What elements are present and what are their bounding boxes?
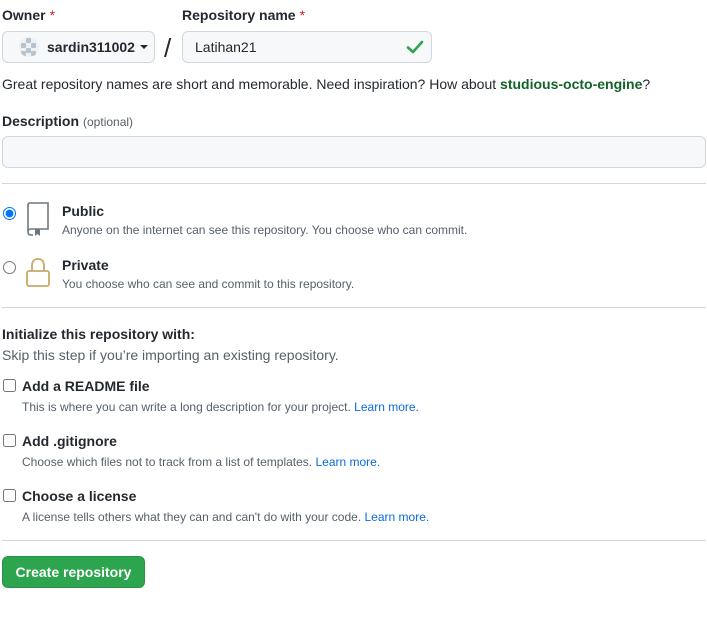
gitignore-checkbox[interactable] [3,434,16,447]
divider [2,540,706,541]
required-mark: * [49,7,56,23]
license-checkbox[interactable] [3,489,16,502]
description-label: Description (optional) [2,113,133,129]
create-repository-button[interactable]: Create repository [2,556,145,588]
gitignore-subtitle-text: Choose which files not to track from a l… [22,455,313,469]
public-title: Public [62,203,105,219]
divider [2,307,706,308]
license-title: Choose a license [22,488,137,504]
chevron-down-icon [139,45,148,49]
repo-name-label-text: Repository name [182,7,296,23]
readme-subtitle-text: This is where you can write a long descr… [22,400,351,414]
readme-title: Add a README file [22,378,150,394]
check-icon [406,40,424,54]
repo-name-label: Repository name * [182,7,305,23]
private-subtitle: You choose who can see and commit to thi… [62,277,355,291]
private-title: Private [62,257,109,273]
repo-name-hint: Great repository names are short and mem… [2,76,650,92]
hint-text: Great repository names are short and mem… [2,76,501,92]
description-label-text: Description [2,113,80,129]
avatar [19,37,39,57]
init-title: Initialize this repository with: [2,326,195,342]
license-subtitle-text: A license tells others what they can and… [22,510,362,524]
public-radio[interactable] [3,207,16,220]
hint-end: ? [642,76,651,92]
license-subtitle: A license tells others what they can and… [22,510,429,524]
learn-more-link[interactable]: Learn more. [354,400,419,414]
owner-label: Owner * [2,7,55,23]
owner-dropdown[interactable]: sardin311002 [2,31,155,63]
owner-label-text: Owner [2,7,46,23]
gitignore-title: Add .gitignore [22,433,117,449]
divider [2,183,706,184]
description-input[interactable] [2,136,706,168]
learn-more-link[interactable]: Learn more. [365,510,430,524]
lock-icon [26,258,50,287]
required-mark: * [299,7,306,23]
repo-name-input[interactable] [182,31,432,63]
name-suggestion[interactable]: studious-octo-engine [500,76,642,92]
optional-tag: (optional) [83,115,134,129]
readme-subtitle: This is where you can write a long descr… [22,400,419,414]
private-radio[interactable] [3,261,16,274]
gitignore-subtitle: Choose which files not to track from a l… [22,455,380,469]
learn-more-link[interactable]: Learn more. [315,455,380,469]
owner-repo-separator: / [164,33,172,63]
owner-name: sardin311002 [47,39,135,55]
public-subtitle: Anyone on the internet can see this repo… [62,223,468,237]
readme-checkbox[interactable] [3,379,16,392]
repo-icon [27,202,49,236]
init-subtitle: Skip this step if you’re importing an ex… [2,347,339,363]
